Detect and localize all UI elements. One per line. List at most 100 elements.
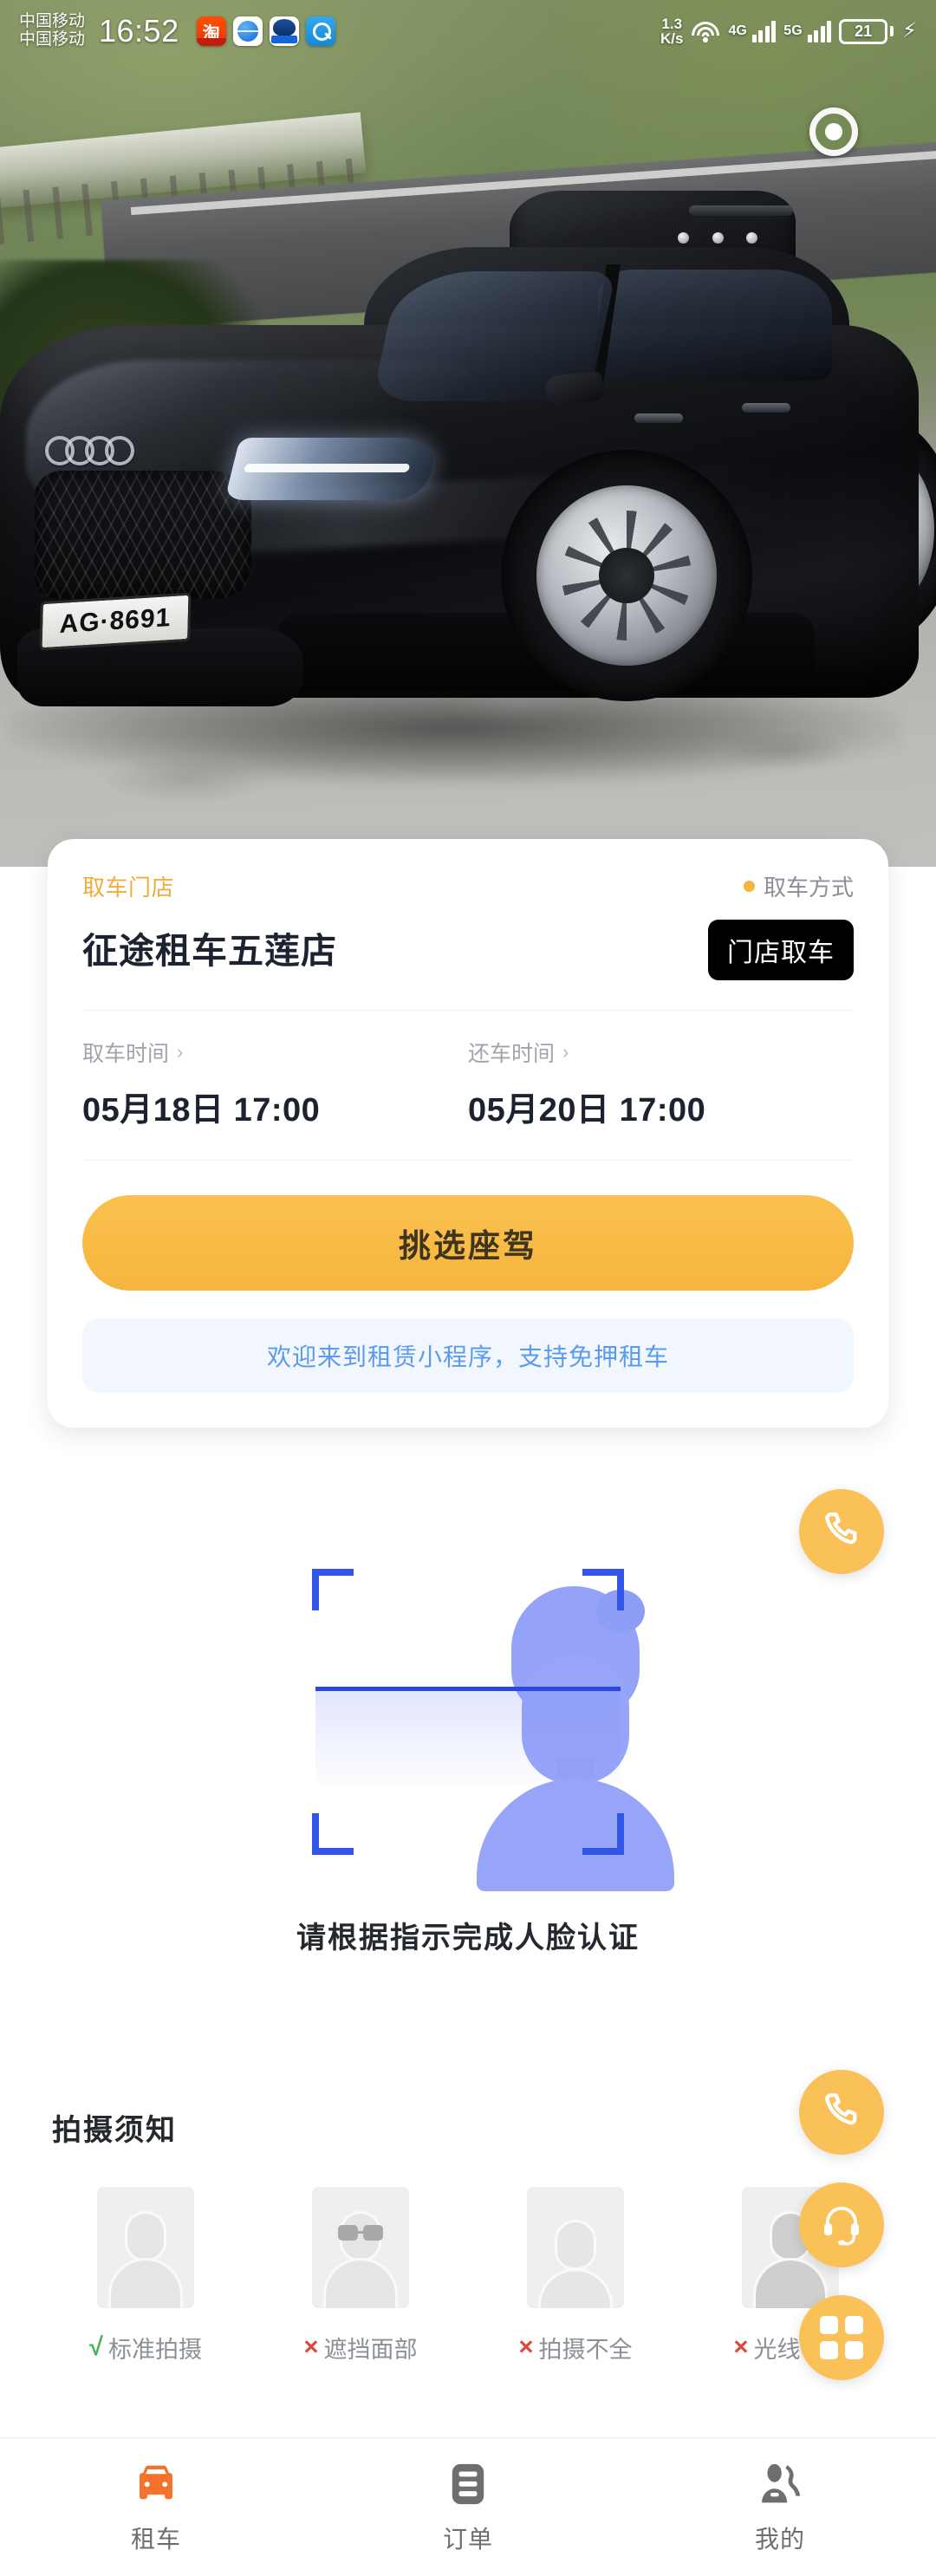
frame-corner-bottom-left bbox=[312, 1813, 354, 1855]
guideline-label: √ 标准拍摄 bbox=[89, 2331, 202, 2365]
network-speed: 1.3 K/s bbox=[660, 16, 683, 46]
car-icon bbox=[133, 2460, 179, 2508]
taobao-icon bbox=[196, 16, 226, 46]
pickup-method-block: 取车方式 门店取车 bbox=[708, 870, 854, 980]
cross-icon: × bbox=[518, 2333, 534, 2361]
car-door-handle bbox=[742, 403, 790, 413]
tab-label: 租车 bbox=[130, 2525, 181, 2553]
grid-icon bbox=[820, 2316, 863, 2359]
return-time-col[interactable]: 还车时间 › 05月20日 17:00 bbox=[468, 1037, 854, 1130]
chevron-right-icon: › bbox=[562, 1041, 569, 1063]
pickup-method-chip[interactable]: 门店取车 bbox=[708, 920, 854, 980]
bottom-tab-bar: 租车 订单 我的 bbox=[0, 2437, 936, 2576]
battery-level: 21 bbox=[839, 18, 888, 44]
guideline-label: × 遮挡面部 bbox=[304, 2331, 418, 2365]
search-app-icon bbox=[305, 16, 335, 46]
scan-band bbox=[315, 1688, 621, 1784]
app-root: AG·8691 中国移动 中国移动 16:52 1.3 bbox=[0, 0, 936, 2576]
wifi-icon bbox=[691, 20, 720, 42]
face-auth-caption: 请根据指示完成人脸认证 bbox=[296, 1922, 640, 1955]
signal-bars-2 bbox=[807, 20, 832, 42]
car-door-handle bbox=[634, 413, 683, 423]
signal-label-5g: 5G bbox=[783, 23, 803, 38]
booking-card: 取车门店 征途租车五莲店 取车方式 门店取车 取车时间 › 05月18日 17:… bbox=[48, 839, 888, 1428]
welcome-notice: 欢迎来到租赁小程序，支持免押租车 bbox=[82, 1318, 854, 1393]
car-side-mirror bbox=[544, 370, 605, 407]
network-speed-value: 1.3 bbox=[661, 16, 683, 32]
store-label: 取车门店 bbox=[82, 875, 175, 901]
pickup-time-col[interactable]: 取车时间 › 05月18日 17:00 bbox=[82, 1037, 468, 1130]
globe-icon bbox=[232, 16, 263, 46]
blue-app-icon bbox=[269, 16, 299, 46]
guideline-label: × 拍摄不全 bbox=[519, 2331, 633, 2365]
car-side-window bbox=[598, 270, 832, 381]
guideline-thumb-covered-face bbox=[312, 2187, 409, 2308]
car-roof-rail bbox=[689, 205, 793, 216]
status-bar: 中国移动 中国移动 16:52 1.3 K/s 4G 5G 21 bbox=[0, 0, 936, 62]
tab-label: 订单 bbox=[442, 2525, 493, 2553]
tab-mine[interactable]: 我的 bbox=[624, 2438, 936, 2576]
cross-icon: × bbox=[733, 2333, 749, 2361]
frame-corner-top-left bbox=[312, 1569, 354, 1610]
booking-card-top-row: 取车门店 征途租车五莲店 取车方式 门店取车 bbox=[82, 870, 854, 980]
license-plate: AG·8691 bbox=[39, 592, 192, 651]
select-car-button[interactable]: 挑选座驾 bbox=[82, 1195, 854, 1291]
status-bar-app-icons bbox=[196, 16, 335, 46]
dot-icon bbox=[743, 881, 755, 892]
status-bar-clock: 16:52 bbox=[99, 13, 179, 49]
guideline-text: 遮挡面部 bbox=[323, 2337, 418, 2363]
list-item: × 拍摄不全 bbox=[468, 2187, 683, 2365]
return-time-value: 05月20日 17:00 bbox=[468, 1092, 706, 1129]
battery-indicator: 21 bbox=[839, 18, 894, 44]
headset-icon bbox=[817, 2202, 866, 2248]
carrier-name-1: 中国移动 bbox=[19, 12, 86, 31]
car-grille bbox=[35, 471, 251, 599]
check-icon: √ bbox=[89, 2333, 103, 2361]
battery-tip bbox=[890, 26, 894, 36]
scan-line bbox=[315, 1687, 621, 1691]
store-name[interactable]: 征途租车五莲店 bbox=[82, 921, 337, 973]
menu-grid-fab[interactable] bbox=[799, 2295, 884, 2380]
frame-corner-top-right bbox=[582, 1569, 624, 1610]
tab-label: 我的 bbox=[754, 2525, 805, 2553]
cross-icon: × bbox=[303, 2333, 319, 2361]
customer-service-fab[interactable] bbox=[799, 2182, 884, 2267]
guideline-thumb-incomplete bbox=[527, 2187, 624, 2308]
tab-rent-car[interactable]: 租车 bbox=[0, 2438, 312, 2576]
card-divider-1 bbox=[82, 1010, 854, 1011]
guideline-text: 拍摄不全 bbox=[538, 2337, 633, 2363]
pickup-time-label: 取车时间 bbox=[82, 1042, 170, 1066]
phone-fab-top[interactable] bbox=[799, 1489, 884, 1574]
phone-fab[interactable] bbox=[799, 2070, 884, 2155]
phone-icon bbox=[818, 2089, 865, 2136]
charging-bolt-icon: ⚡ bbox=[902, 19, 917, 42]
status-bar-right: 1.3 K/s 4G 5G 21 ⚡ bbox=[660, 16, 917, 46]
car-illustration: AG·8691 bbox=[0, 191, 936, 797]
order-icon bbox=[448, 2460, 488, 2508]
card-divider-2 bbox=[82, 1160, 854, 1161]
list-item: √ 标准拍摄 bbox=[38, 2187, 253, 2365]
face-scan-frame[interactable] bbox=[312, 1569, 674, 1891]
car-headlight bbox=[224, 438, 439, 500]
hero-car-image: AG·8691 bbox=[0, 0, 936, 867]
carrier-names: 中国移动 中国移动 bbox=[19, 13, 85, 49]
target-icon[interactable] bbox=[809, 107, 858, 156]
network-speed-unit: K/s bbox=[660, 30, 684, 47]
user-icon bbox=[756, 2460, 804, 2508]
phone-icon bbox=[818, 1508, 865, 1555]
guidelines-list: √ 标准拍摄 × 遮挡面部 × 拍摄不全 × bbox=[0, 2187, 936, 2365]
pickup-method-label-row: 取车方式 bbox=[743, 870, 854, 902]
chevron-right-icon: › bbox=[177, 1041, 184, 1063]
return-time-label-row: 还车时间 › bbox=[468, 1037, 854, 1068]
signal-label-4g: 4G bbox=[728, 23, 747, 38]
audi-rings-logo bbox=[45, 436, 156, 465]
pickup-method-label: 取车方式 bbox=[763, 875, 854, 901]
face-auth-section: 请根据指示完成人脸认证 bbox=[0, 1569, 936, 1956]
pickup-time-label-row: 取车时间 › bbox=[82, 1037, 468, 1068]
status-bar-left: 中国移动 中国移动 16:52 bbox=[19, 13, 335, 49]
signal-bars-1 bbox=[751, 20, 777, 42]
pickup-time-value: 05月18日 17:00 bbox=[82, 1092, 321, 1129]
tab-orders[interactable]: 订单 bbox=[312, 2438, 624, 2576]
car-roof-box-dots bbox=[678, 231, 757, 244]
carrier-name-2: 中国移动 bbox=[19, 30, 86, 49]
